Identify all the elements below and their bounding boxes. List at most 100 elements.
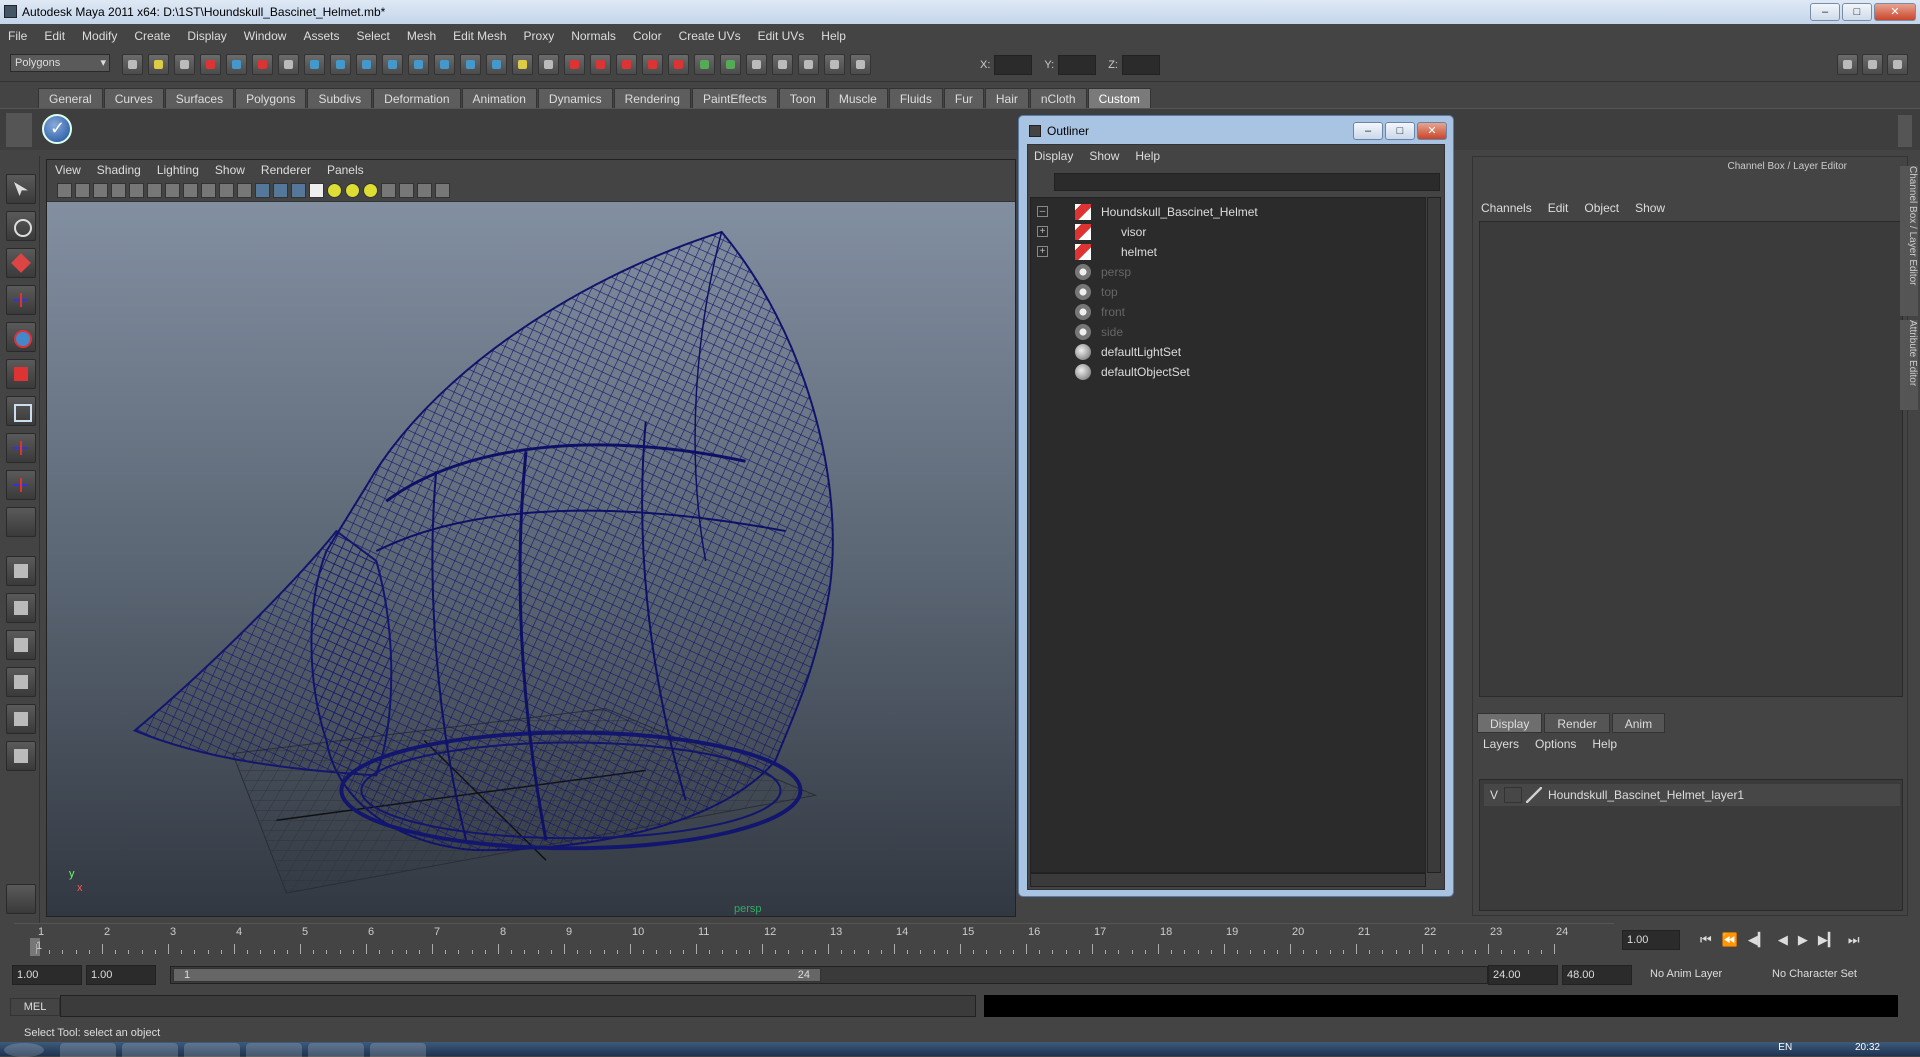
output-ops-icon[interactable]	[720, 54, 741, 75]
outliner-item[interactable]: defaultLightSet	[1031, 342, 1427, 362]
playback-start-field[interactable]: 1.00	[86, 965, 156, 985]
persp-graph-layout-icon[interactable]	[6, 667, 36, 697]
high-quality-icon[interactable]	[435, 183, 450, 198]
menu-edit-mesh[interactable]: Edit Mesh	[453, 29, 506, 43]
viewport-menu-view[interactable]: View	[55, 163, 81, 177]
mel-toggle-button[interactable]: MEL	[10, 998, 60, 1016]
xray-icon[interactable]	[399, 183, 414, 198]
select-deformations-icon[interactable]	[408, 54, 429, 75]
taskbar-app-1[interactable]	[122, 1043, 178, 1057]
range-slider[interactable]: 1 24	[170, 966, 1488, 984]
outliner-menu-display[interactable]: Display	[1034, 149, 1073, 163]
shelf-tab-polygons[interactable]: Polygons	[235, 88, 307, 108]
lock-selection-icon[interactable]	[512, 54, 533, 75]
shadows-icon[interactable]	[363, 183, 378, 198]
construction-history-icon[interactable]	[746, 54, 767, 75]
mask-dropdown-icon[interactable]	[278, 54, 299, 75]
image-plane-icon[interactable]	[111, 183, 126, 198]
isolate-select-icon[interactable]	[381, 183, 396, 198]
bookmark-icon[interactable]	[93, 183, 108, 198]
shelf-tab-fur[interactable]: Fur	[943, 88, 984, 108]
viewport-menu-shading[interactable]: Shading	[97, 163, 141, 177]
side-tab-attribute-editor[interactable]: Attribute Editor	[1900, 320, 1918, 410]
make-live-icon[interactable]	[668, 54, 689, 75]
use-default-light-icon[interactable]	[327, 183, 342, 198]
film-gate-icon[interactable]	[147, 183, 162, 198]
channel-menu-show[interactable]: Show	[1635, 201, 1665, 215]
language-indicator[interactable]: EN	[1778, 1042, 1792, 1053]
soft-mod-tool-icon[interactable]	[6, 433, 36, 463]
outliner-vertical-scrollbar[interactable]	[1427, 197, 1441, 873]
time-slider[interactable]: 1 1 2 3 4 5 6 7 8 9 10 11 12 13 14 15 16 17 18 19 20 21 22 23 2…	[14, 923, 1614, 956]
menu-window[interactable]: Window	[244, 29, 287, 43]
viewport-menu-renderer[interactable]: Renderer	[261, 163, 311, 177]
last-tool-icon[interactable]	[6, 507, 36, 537]
layer-menu-layers[interactable]: Layers	[1483, 737, 1519, 751]
step-back-frame-button[interactable]: ◀▎	[1748, 932, 1768, 948]
playback-end-field[interactable]: 24.00	[1488, 965, 1558, 985]
shelf-tab-hair[interactable]: Hair	[984, 88, 1029, 108]
layer-tab-anim[interactable]: Anim	[1611, 713, 1666, 733]
menu-mesh[interactable]: Mesh	[407, 29, 436, 43]
viewport-menu-panels[interactable]: Panels	[327, 163, 364, 177]
show-manipulator-icon[interactable]	[6, 470, 36, 500]
render-settings-icon[interactable]	[850, 54, 871, 75]
render-view-icon[interactable]	[772, 54, 793, 75]
select-component-icon[interactable]	[252, 54, 273, 75]
move-tool-icon[interactable]	[6, 285, 36, 315]
expand-icon[interactable]: +	[1037, 246, 1048, 257]
paint-select-tool-icon[interactable]	[6, 248, 36, 278]
taskbar-app-2[interactable]	[184, 1043, 240, 1057]
shelf-tab-general[interactable]: General	[38, 88, 103, 108]
shelf-tab-deformation[interactable]: Deformation	[373, 88, 461, 108]
go-to-end-button[interactable]: ⏭	[1848, 932, 1860, 948]
outliner-menu-show[interactable]: Show	[1089, 149, 1119, 163]
outliner-item[interactable]: side	[1031, 322, 1427, 342]
outliner-item[interactable]: persp	[1031, 262, 1427, 282]
show-attribute-editor-icon[interactable]	[1837, 54, 1858, 75]
viewport-menu-show[interactable]: Show	[215, 163, 245, 177]
grid-toggle-icon[interactable]	[129, 183, 144, 198]
z-field[interactable]	[1121, 55, 1160, 75]
select-rendering-icon[interactable]	[460, 54, 481, 75]
maximize-button[interactable]: □	[1842, 3, 1872, 21]
select-joints-icon[interactable]	[330, 54, 351, 75]
play-backwards-button[interactable]: ◀	[1778, 932, 1788, 948]
safe-action-icon[interactable]	[219, 183, 234, 198]
menu-set-selector[interactable]: Polygons ▾	[10, 54, 110, 72]
y-field[interactable]	[1058, 55, 1097, 75]
layer-type-toggle[interactable]	[1504, 787, 1522, 803]
outliner-horizontal-scrollbar[interactable]	[1030, 873, 1426, 887]
select-hierarchy-icon[interactable]	[200, 54, 221, 75]
select-dynamics-icon[interactable]	[434, 54, 455, 75]
menu-help[interactable]: Help	[821, 29, 846, 43]
range-slider-handle[interactable]: 1 24	[173, 968, 821, 982]
menu-edit-uvs[interactable]: Edit UVs	[758, 29, 805, 43]
channel-box-area[interactable]	[1479, 221, 1903, 697]
custom-check-icon[interactable]	[42, 114, 72, 144]
shelf-menu-icon[interactable]	[6, 113, 32, 147]
shelf-tab-dynamics[interactable]: Dynamics	[537, 88, 613, 108]
outliner-maximize-button[interactable]: □	[1385, 122, 1415, 140]
resolution-gate-icon[interactable]	[165, 183, 180, 198]
field-chart-icon[interactable]	[201, 183, 216, 198]
close-button[interactable]: ✕	[1874, 3, 1916, 21]
wireframe-icon[interactable]	[255, 183, 270, 198]
expand-icon[interactable]: +	[1037, 226, 1048, 237]
shelf-scrollbar[interactable]	[1898, 115, 1912, 147]
menu-display[interactable]: Display	[187, 29, 226, 43]
menu-modify[interactable]: Modify	[82, 29, 117, 43]
persp-outliner-layout-icon[interactable]	[6, 630, 36, 660]
outliner-item[interactable]: defaultObjectSet	[1031, 362, 1427, 382]
outliner-item[interactable]: + helmet	[1031, 242, 1427, 262]
render-frame-icon[interactable]	[798, 54, 819, 75]
layer-menu-help[interactable]: Help	[1592, 737, 1617, 751]
gate-mask-icon[interactable]	[183, 183, 198, 198]
shelf-tab-subdivs[interactable]: Subdivs	[307, 88, 373, 108]
shelf-tab-surfaces[interactable]: Surfaces	[164, 88, 235, 108]
lasso-tool-icon[interactable]	[6, 211, 36, 241]
taskbar-skype[interactable]	[308, 1043, 364, 1057]
layer-tab-render[interactable]: Render	[1544, 713, 1610, 733]
outliner-minimize-button[interactable]: –	[1353, 122, 1383, 140]
four-view-layout-icon[interactable]	[6, 593, 36, 623]
